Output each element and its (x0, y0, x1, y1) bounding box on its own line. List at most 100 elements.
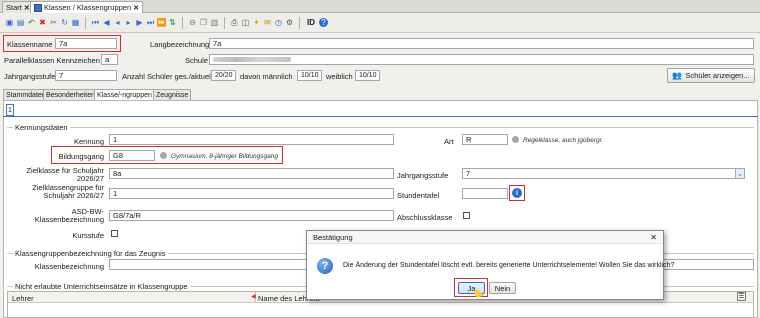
info-icon[interactable]: i (512, 188, 522, 198)
close-icon[interactable]: ✕ (24, 4, 30, 12)
delete-row-icon[interactable]: ⊖ (188, 18, 197, 27)
art-input[interactable]: R (462, 134, 508, 145)
schule-input[interactable] (209, 54, 754, 65)
help-icon[interactable]: ? (319, 18, 328, 27)
next-icon[interactable]: ▶ (135, 18, 144, 27)
stundentafel-input[interactable] (462, 188, 508, 199)
page-tab-line (3, 116, 758, 117)
previous-icon[interactable]: ◀ (102, 18, 111, 27)
bildungsgang-hint: Gymnasium, 8-jähriger Bildungsgang (171, 153, 278, 160)
confirmation-dialog: Bestätigung ✕ ? Die Änderung der Stunden… (306, 230, 674, 300)
langbezeichnung-label: Langbezeichnung (150, 40, 210, 49)
close-icon[interactable]: ✕ (133, 4, 139, 12)
hint-icon[interactable]: ✦ (252, 18, 261, 27)
bildungsgang-label: Bildungsgang (58, 152, 104, 161)
bildungsgang-status-icon (160, 152, 167, 159)
zielklasse-label: Zielklasse für Schuljahr 2026/27 (26, 166, 104, 183)
zeugnis-title: Klassengruppenbezeichnung für das Zeugni… (13, 249, 168, 258)
clock-icon[interactable]: ◷ (274, 18, 283, 27)
filter-icon[interactable]: ▦ (71, 18, 80, 27)
page-tab-1[interactable]: 1 (6, 104, 14, 116)
jahrgangsstufe-input[interactable]: 7 (55, 70, 117, 81)
previous-small-icon[interactable]: ◂ (113, 18, 122, 27)
tab-besonderheiten[interactable]: Besonderheiten (43, 89, 99, 100)
dialog-titlebar: Bestätigung ✕ (307, 231, 663, 244)
kennungsdaten-title: Kennungsdaten (13, 123, 70, 132)
students-icon: 👥 (672, 71, 683, 80)
print-icon[interactable]: ⎙ (230, 18, 239, 27)
anzahl-label: Anzahl Schüler ges./aktuell (122, 72, 213, 81)
sort-required-icon: ◀ (251, 294, 256, 300)
delete-icon[interactable]: ✖ (38, 18, 47, 27)
art-hint: Regelklasse, auch jgübergr. (523, 137, 604, 144)
klassenname-label: Klassenname (7, 40, 53, 49)
save-icon[interactable]: ▤ (16, 18, 25, 27)
abschlussklasse-label: Abschlussklasse (397, 213, 453, 222)
anzahl-field: 20/20 (211, 70, 236, 81)
klassenbezeichnung-label: Klassenbezeichnung (34, 262, 104, 271)
mail-icon[interactable]: ✉ (263, 18, 272, 27)
parallel-label: Parallelklassen Kennzeichen (4, 56, 100, 65)
einsaetze-title: Nicht erlaubte Unterrichtseinsätze in Kl… (13, 282, 190, 291)
bildungsgang-input[interactable]: G8 (109, 150, 155, 161)
jahrgangsstufe-label: Jahrgangsstufe (4, 72, 56, 81)
abschlussklasse-checkbox[interactable] (463, 212, 470, 219)
filter-next-icon[interactable]: ⏩ (157, 18, 167, 27)
weiblich-label: weiblich (326, 72, 353, 81)
no-button[interactable]: Nein (489, 282, 516, 294)
tab-klassen-label: Klassen / Klassengruppen (44, 3, 132, 12)
kennung-label: Kennung (73, 137, 104, 146)
kennung-input[interactable]: 1 (109, 134, 394, 145)
weiblich-field: 10/10 (355, 70, 380, 81)
column-lehrer[interactable]: Lehrer (12, 294, 34, 303)
cut-icon[interactable]: ✂ (49, 18, 58, 27)
toolbar-separator (224, 16, 225, 29)
tab-zeugnisse[interactable]: Zeugnisse (153, 89, 192, 100)
first-icon[interactable]: ⏮ (91, 18, 100, 27)
schueler-anzeigen-label: Schüler anzeigen... (685, 71, 750, 80)
toolbar-separator (299, 16, 300, 29)
tab-start[interactable]: Start ✕ (2, 1, 34, 13)
refresh-icon[interactable]: ↻ (60, 18, 69, 27)
jahrgangsstufe-select[interactable]: 7 (462, 168, 745, 179)
klassenname-input[interactable]: 7a (55, 38, 117, 49)
new-icon[interactable]: ▣ (5, 18, 14, 27)
zielgruppe-input[interactable]: 1 (109, 188, 394, 199)
schule-blurred (213, 57, 291, 62)
parallel-input[interactable]: a (101, 54, 118, 65)
dialog-title: Bestätigung (313, 232, 353, 242)
art-status-icon (512, 136, 519, 143)
copy-icon[interactable]: ❐ (199, 18, 208, 27)
paste-icon[interactable]: ▥ (210, 18, 219, 27)
art-label: Art (444, 137, 454, 146)
table-menu-icon[interactable]: ☰ (737, 292, 746, 301)
last-icon[interactable]: ⏭ (146, 18, 155, 27)
kursstufe-checkbox[interactable] (111, 230, 118, 237)
maennlich-field: 10/10 (297, 70, 322, 81)
sort-icon[interactable]: ⇅ (168, 18, 177, 27)
tab-stammdaten[interactable]: Stammdaten (3, 89, 49, 100)
id-icon[interactable]: ID (305, 18, 317, 27)
asd-input[interactable]: G8/7a/R (109, 210, 394, 221)
question-icon: ? (317, 258, 333, 274)
zielgruppe-label: Zielklassengruppe für Schuljahr 2026/27 (32, 183, 104, 200)
tab-klassengruppen[interactable]: Klasse/-ngruppen (94, 89, 155, 100)
zielklasse-input[interactable]: 8a (109, 168, 394, 179)
close-icon[interactable]: ✕ (650, 233, 657, 242)
schule-label: Schule (185, 56, 208, 65)
langbezeichnung-input[interactable]: 7a (209, 38, 754, 49)
tab-klassen[interactable]: Klassen / Klassengruppen ✕ (30, 1, 144, 13)
settings-icon[interactable]: ⚙ (285, 18, 294, 27)
undo-icon[interactable]: ↶ (27, 18, 36, 27)
preview-icon[interactable]: ◫ (241, 18, 250, 27)
document-icon (34, 3, 42, 12)
schueler-anzeigen-button[interactable]: 👥 Schüler anzeigen... (667, 68, 755, 83)
asd-label: ASD-BW-Klassenbezeichnung (34, 207, 104, 224)
chevron-down-icon[interactable]: ⌄ (735, 168, 745, 179)
next-small-icon[interactable]: ▸ (124, 18, 133, 27)
jahrgangsstufe-2-label: Jahrgangsstufe (397, 171, 449, 180)
toolbar: ▣ ▤ ↶ ✖ ✂ ↻ ▦ ⏮ ◀ ◂ ▸ ▶ ⏭ ⏩ ⇅ ⊖ ❐ ▥ ⎙ ◫ … (0, 13, 760, 33)
toolbar-separator (182, 16, 183, 29)
tab-start-label: Start (6, 3, 22, 12)
toolbar-separator (85, 16, 86, 29)
